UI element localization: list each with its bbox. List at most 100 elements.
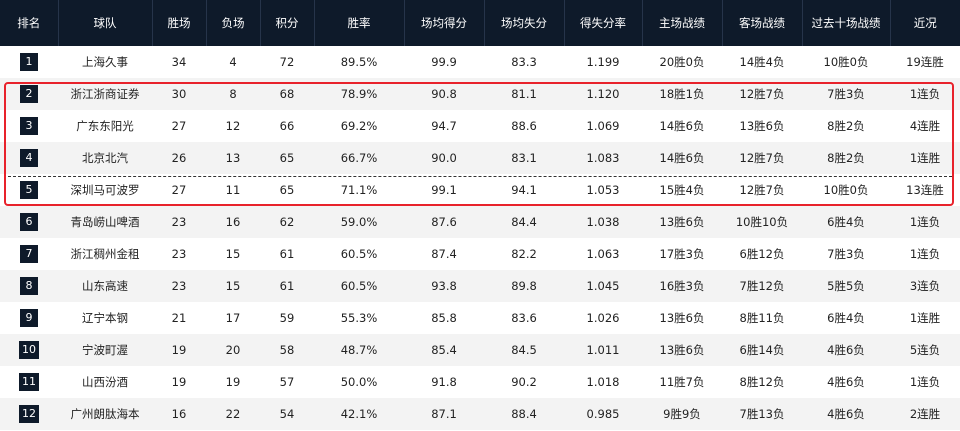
- home-record-cell: 9胜9负: [642, 398, 722, 430]
- rank-cell: 5: [0, 174, 58, 206]
- streak-cell: 3连负: [890, 270, 960, 302]
- header-rank: 排名: [0, 0, 59, 46]
- last-ten-cell: 10胜0负: [802, 174, 890, 206]
- point-ratio-cell: 0.985: [564, 398, 642, 430]
- header-last-ten: 过去十场战绩: [802, 0, 891, 46]
- last-ten-cell: 6胜4负: [802, 206, 890, 238]
- losses-cell: 13: [206, 142, 260, 174]
- rank-cell: 2: [0, 78, 58, 110]
- point-ratio-cell: 1.083: [564, 142, 642, 174]
- rank-badge: 1: [20, 53, 38, 71]
- home-record-cell: 15胜4负: [642, 174, 722, 206]
- table-body: 1 上海久事 34 4 72 89.5% 99.9 83.3 1.199 20胜0负 14胜4负 10…: [0, 46, 960, 430]
- home-record-cell: 14胜6负: [642, 110, 722, 142]
- away-record-cell: 12胜7负: [722, 174, 802, 206]
- wins-cell: 21: [152, 302, 206, 334]
- header-team: 球队: [58, 0, 153, 46]
- win-rate-cell: 66.7%: [314, 142, 404, 174]
- table-row: 7 浙江稠州金租 23 15 61 60.5% 87.4 82.2 1.063 17胜3负 6胜12…: [0, 238, 960, 270]
- table-row: 3 广东东阳光 27 12 66 69.2% 94.7 88.6 1.069 14胜6负 13胜6负…: [0, 110, 960, 142]
- rank-badge: 7: [20, 245, 38, 263]
- win-rate-cell: 55.3%: [314, 302, 404, 334]
- home-record-cell: 18胜1负: [642, 78, 722, 110]
- streak-cell: 1连负: [890, 206, 960, 238]
- team-name: 山西汾酒: [58, 366, 152, 398]
- team-name: 深圳马可波罗: [58, 174, 152, 206]
- home-record-cell: 16胜3负: [642, 270, 722, 302]
- win-rate-cell: 59.0%: [314, 206, 404, 238]
- away-record-cell: 12胜7负: [722, 142, 802, 174]
- last-ten-cell: 5胜5负: [802, 270, 890, 302]
- streak-cell: 1连胜: [890, 302, 960, 334]
- rank-badge: 9: [20, 309, 38, 327]
- points-cell: 61: [260, 270, 314, 302]
- last-ten-cell: 4胜6负: [802, 334, 890, 366]
- avg-allowed-cell: 84.4: [484, 206, 564, 238]
- away-record-cell: 12胜7负: [722, 78, 802, 110]
- table-row: 1 上海久事 34 4 72 89.5% 99.9 83.3 1.199 20胜0负 14胜4负 10…: [0, 46, 960, 78]
- rank-badge: 3: [20, 117, 38, 135]
- home-record-cell: 13胜6负: [642, 302, 722, 334]
- home-record-cell: 11胜7负: [642, 366, 722, 398]
- avg-points-cell: 87.4: [404, 238, 484, 270]
- away-record-cell: 14胜4负: [722, 46, 802, 78]
- table-row: 12 广州朗肽海本 16 22 54 42.1% 87.1 88.4 0.985 9胜9负 7胜13…: [0, 398, 960, 430]
- last-ten-cell: 8胜2负: [802, 110, 890, 142]
- point-ratio-cell: 1.011: [564, 334, 642, 366]
- away-record-cell: 8胜11负: [722, 302, 802, 334]
- rank-badge: 6: [20, 213, 38, 231]
- avg-points-cell: 99.9: [404, 46, 484, 78]
- point-ratio-cell: 1.053: [564, 174, 642, 206]
- avg-allowed-cell: 84.5: [484, 334, 564, 366]
- header-avg-allowed: 场均失分: [484, 0, 565, 46]
- team-name: 浙江浙商证券: [58, 78, 152, 110]
- point-ratio-cell: 1.045: [564, 270, 642, 302]
- wins-cell: 26: [152, 142, 206, 174]
- point-ratio-cell: 1.069: [564, 110, 642, 142]
- header-away-record: 客场战绩: [722, 0, 803, 46]
- streak-cell: 2连胜: [890, 398, 960, 430]
- header-points: 积分: [260, 0, 315, 46]
- points-cell: 54: [260, 398, 314, 430]
- rank-cell: 12: [0, 398, 58, 430]
- wins-cell: 23: [152, 206, 206, 238]
- avg-points-cell: 99.1: [404, 174, 484, 206]
- rank-cell: 6: [0, 206, 58, 238]
- win-rate-cell: 69.2%: [314, 110, 404, 142]
- rank-cell: 4: [0, 142, 58, 174]
- avg-allowed-cell: 83.3: [484, 46, 564, 78]
- last-ten-cell: 4胜6负: [802, 366, 890, 398]
- point-ratio-cell: 1.018: [564, 366, 642, 398]
- streak-cell: 4连胜: [890, 110, 960, 142]
- table-header-row: 排名 球队 胜场 负场 积分 胜率 场均得分 场均失分 得失分率 主场战绩 客场战绩 过去十场战绩 近况: [0, 0, 960, 46]
- rank-cell: 3: [0, 110, 58, 142]
- rank-badge: 8: [20, 277, 38, 295]
- streak-cell: 5连负: [890, 334, 960, 366]
- header-avg-points: 场均得分: [404, 0, 485, 46]
- points-cell: 58: [260, 334, 314, 366]
- point-ratio-cell: 1.199: [564, 46, 642, 78]
- team-name: 广东东阳光: [58, 110, 152, 142]
- losses-cell: 15: [206, 270, 260, 302]
- last-ten-cell: 8胜2负: [802, 142, 890, 174]
- team-name: 上海久事: [58, 46, 152, 78]
- wins-cell: 23: [152, 270, 206, 302]
- avg-points-cell: 91.8: [404, 366, 484, 398]
- points-cell: 68: [260, 78, 314, 110]
- streak-cell: 1连负: [890, 78, 960, 110]
- streak-cell: 1连胜: [890, 142, 960, 174]
- rank-cell: 7: [0, 238, 58, 270]
- points-cell: 57: [260, 366, 314, 398]
- last-ten-cell: 7胜3负: [802, 238, 890, 270]
- table-row: 11 山西汾酒 19 19 57 50.0% 91.8 90.2 1.018 11胜7负 8胜12负…: [0, 366, 960, 398]
- wins-cell: 34: [152, 46, 206, 78]
- away-record-cell: 13胜6负: [722, 110, 802, 142]
- avg-allowed-cell: 83.6: [484, 302, 564, 334]
- team-name: 青岛崂山啤酒: [58, 206, 152, 238]
- avg-points-cell: 85.8: [404, 302, 484, 334]
- team-name: 宁波町渥: [58, 334, 152, 366]
- table-row: 6 青岛崂山啤酒 23 16 62 59.0% 87.6 84.4 1.038 13胜6负 10胜1…: [0, 206, 960, 238]
- rank-badge: 11: [19, 373, 39, 391]
- team-name: 北京北汽: [58, 142, 152, 174]
- win-rate-cell: 60.5%: [314, 238, 404, 270]
